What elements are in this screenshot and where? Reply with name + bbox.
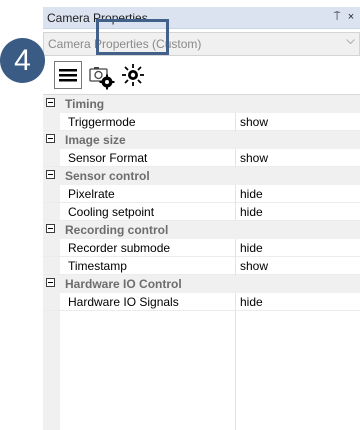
property-row[interactable]: Hardware IO Signals hide [43, 293, 360, 311]
list-view-button[interactable] [54, 61, 82, 89]
category-label: Hardware IO Control [65, 277, 182, 291]
property-row[interactable]: Timestamp show [43, 257, 360, 275]
collapse-icon[interactable] [46, 98, 55, 107]
property-name: Hardware IO Signals [43, 293, 235, 311]
property-name: Sensor Format [43, 149, 235, 167]
collapse-icon[interactable] [46, 278, 55, 287]
property-row[interactable]: Sensor Format show [43, 149, 360, 167]
property-name: Triggermode [43, 113, 235, 131]
camera-settings-button[interactable] [87, 61, 115, 90]
property-name: Timestamp [43, 257, 235, 275]
property-value[interactable]: hide [236, 185, 360, 203]
category-label: Sensor control [65, 169, 150, 183]
brightness-icon [122, 64, 144, 86]
property-value[interactable]: show [236, 257, 360, 275]
camera-properties-panel: Camera Properties ⍑ × Camera Properties … [43, 7, 360, 430]
category-label: Timing [65, 97, 105, 111]
category-hardware-io-control[interactable]: Hardware IO Control [43, 275, 360, 293]
property-value[interactable]: show [236, 149, 360, 167]
property-row[interactable]: Recorder submode hide [43, 239, 360, 257]
property-value[interactable]: hide [236, 293, 360, 311]
category-label: Image size [65, 133, 126, 147]
chevron-down-icon [346, 39, 355, 45]
property-value[interactable]: show [236, 113, 360, 131]
property-name: Pixelrate [43, 185, 235, 203]
panel-titlebar: Camera Properties ⍑ × [43, 7, 360, 29]
category-timing[interactable]: Timing [43, 95, 360, 113]
close-icon[interactable]: × [345, 10, 357, 24]
category-sensor-control[interactable]: Sensor control [43, 167, 360, 185]
pin-icon[interactable]: ⍑ [331, 10, 343, 24]
property-value[interactable]: hide [236, 239, 360, 257]
camera-settings-icon [89, 67, 115, 90]
annotation-highlight-box [96, 19, 169, 55]
category-recording-control[interactable]: Recording control [43, 221, 360, 239]
property-grid: Timing Triggermode show Image size Senso… [43, 94, 360, 430]
camera-properties-selector[interactable]: Camera Properties (Custom) [43, 32, 360, 56]
list-view-icon [59, 69, 77, 82]
property-row[interactable]: Cooling setpoint hide [43, 203, 360, 221]
property-name: Recorder submode [43, 239, 235, 257]
property-row[interactable]: Pixelrate hide [43, 185, 360, 203]
property-toolbar [43, 57, 360, 93]
collapse-icon[interactable] [46, 224, 55, 233]
collapse-icon[interactable] [46, 134, 55, 143]
category-label: Recording control [65, 223, 169, 237]
property-row[interactable]: Triggermode show [43, 113, 360, 131]
collapse-icon[interactable] [46, 170, 55, 179]
brightness-button[interactable] [119, 61, 147, 89]
step-number-badge: 4 [0, 38, 45, 83]
property-value[interactable]: hide [236, 203, 360, 221]
category-image-size[interactable]: Image size [43, 131, 360, 149]
property-name: Cooling setpoint [43, 203, 235, 221]
